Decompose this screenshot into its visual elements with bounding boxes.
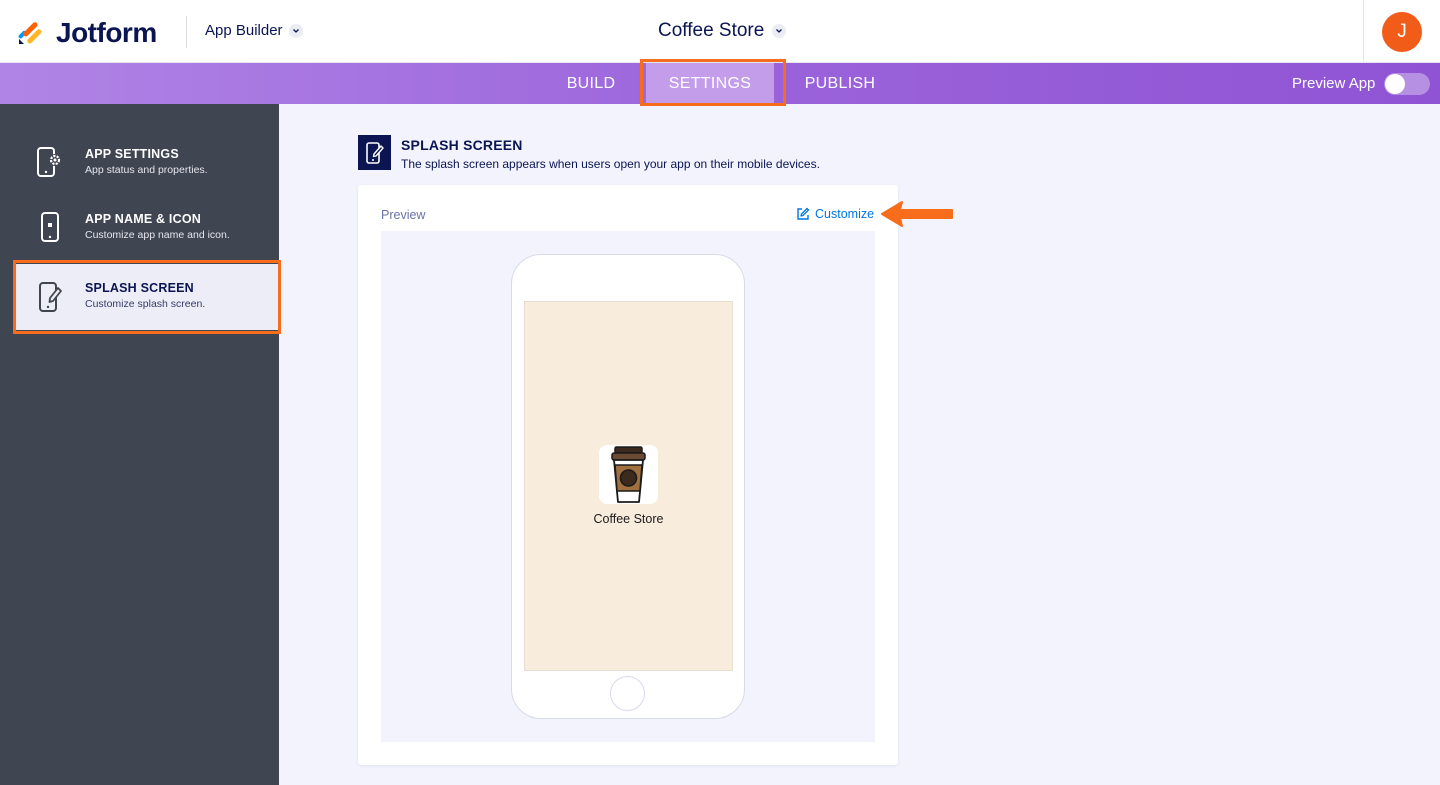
chevron-down-icon	[772, 24, 787, 38]
sidebar-item-subtitle: App status and properties.	[85, 164, 208, 176]
sidebar-item-app-name-icon[interactable]: APP NAME & ICON Customize app name and i…	[14, 195, 280, 261]
sidebar-item-subtitle: Customize app name and icon.	[85, 229, 230, 241]
sidebar-item-subtitle: Customize splash screen.	[85, 298, 206, 310]
preview-label: Preview	[381, 208, 426, 222]
header-divider	[186, 16, 187, 48]
phone-home-button	[610, 676, 645, 711]
toggle-knob	[1385, 74, 1405, 94]
preview-app-label: Preview App	[1292, 75, 1376, 92]
chevron-down-icon	[288, 23, 303, 38]
sidebar-item-title: SPLASH SCREEN	[85, 281, 194, 295]
sidebar-item-splash-screen[interactable]: SPLASH SCREEN Customize splash screen.	[14, 264, 280, 330]
header-right-divider	[1363, 0, 1364, 63]
app-icon	[599, 445, 658, 504]
phone-edit-icon	[39, 282, 62, 312]
app-title-dropdown[interactable]: Coffee Store	[658, 20, 787, 42]
section-description: The splash screen appears when users ope…	[401, 157, 820, 171]
section-title: SPLASH SCREEN	[401, 137, 523, 153]
top-header: Jotform App Builder Coffee Store J	[0, 0, 1440, 63]
phone-icon	[41, 212, 59, 242]
tab-build[interactable]: BUILD	[548, 63, 634, 104]
arrow-left-annotation-icon	[881, 201, 953, 227]
coffee-cup-icon	[611, 446, 646, 503]
splash-app-name: Coffee Store	[593, 512, 664, 526]
tab-publish[interactable]: PUBLISH	[792, 63, 888, 104]
phone-gear-icon	[37, 147, 61, 177]
splash-screen-section-icon	[358, 135, 391, 170]
user-avatar[interactable]: J	[1382, 12, 1422, 52]
app-title: Coffee Store	[658, 20, 765, 41]
customize-link[interactable]: Customize	[796, 207, 874, 221]
builder-nav-bar: BUILD SETTINGS PUBLISH	[0, 63, 1440, 104]
customize-label: Customize	[815, 207, 875, 221]
sidebar-item-app-settings[interactable]: APP SETTINGS App status and properties.	[14, 130, 280, 196]
tab-settings[interactable]: SETTINGS	[646, 63, 774, 104]
sidebar-item-title: APP SETTINGS	[85, 147, 179, 161]
preview-app-toggle[interactable]	[1384, 73, 1430, 95]
phone-edit-icon	[365, 141, 384, 164]
jotform-logo-icon	[18, 22, 42, 44]
edit-icon	[797, 207, 810, 220]
app-builder-label: App Builder	[205, 22, 283, 39]
logo-text: Jotform	[56, 17, 157, 48]
sidebar-item-title: APP NAME & ICON	[85, 212, 201, 226]
app-builder-dropdown[interactable]: App Builder	[205, 22, 303, 39]
jotform-logo[interactable]: Jotform	[16, 17, 157, 49]
